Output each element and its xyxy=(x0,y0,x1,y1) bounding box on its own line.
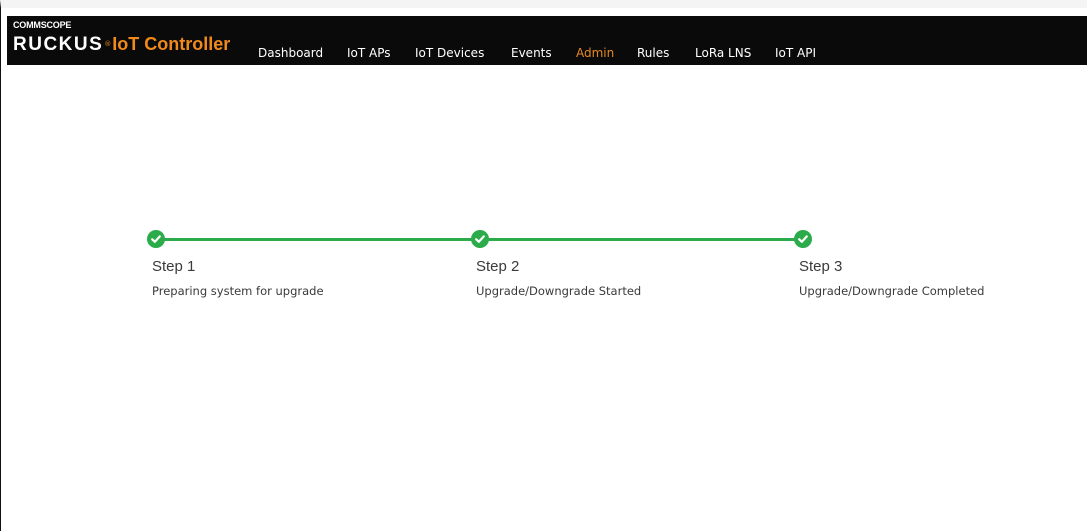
nav-admin[interactable]: Admin xyxy=(576,46,614,60)
nav-dashboard[interactable]: Dashboard xyxy=(258,46,323,60)
step1-check-icon xyxy=(147,230,165,248)
step3-check-icon xyxy=(794,230,812,248)
step3-title: Step 3 xyxy=(799,258,843,275)
product-name: IoT Controller xyxy=(112,34,231,54)
app-frame: COMMSCOPE RUCKUS®IoT Controller Dashboar… xyxy=(0,0,1087,531)
nav-iot-devices[interactable]: IoT Devices xyxy=(415,46,484,60)
brand-wordmark: RUCKUS®IoT Controller xyxy=(13,33,230,56)
registered-mark: ® xyxy=(104,40,112,48)
brand-logo[interactable]: COMMSCOPE RUCKUS®IoT Controller xyxy=(13,18,230,56)
step2-description: Upgrade/Downgrade Started xyxy=(476,284,642,298)
step3-description: Upgrade/Downgrade Completed xyxy=(799,284,985,298)
nav-iot-aps[interactable]: IoT APs xyxy=(347,46,391,60)
step2-check-icon xyxy=(471,230,489,248)
nav-iot-api[interactable]: IoT API xyxy=(775,46,816,60)
nav-lora-lns[interactable]: LoRa LNS xyxy=(695,46,751,60)
step2-title: Step 2 xyxy=(476,258,520,275)
step1-title: Step 1 xyxy=(152,258,196,275)
top-navbar: COMMSCOPE RUCKUS®IoT Controller Dashboar… xyxy=(7,16,1087,65)
vendor-logo-text: COMMSCOPE xyxy=(13,20,72,30)
nav-events[interactable]: Events xyxy=(511,46,552,60)
nav-rules[interactable]: Rules xyxy=(637,46,669,60)
brand-name: RUCKUS xyxy=(13,34,104,55)
step1-description: Preparing system for upgrade xyxy=(152,284,324,298)
